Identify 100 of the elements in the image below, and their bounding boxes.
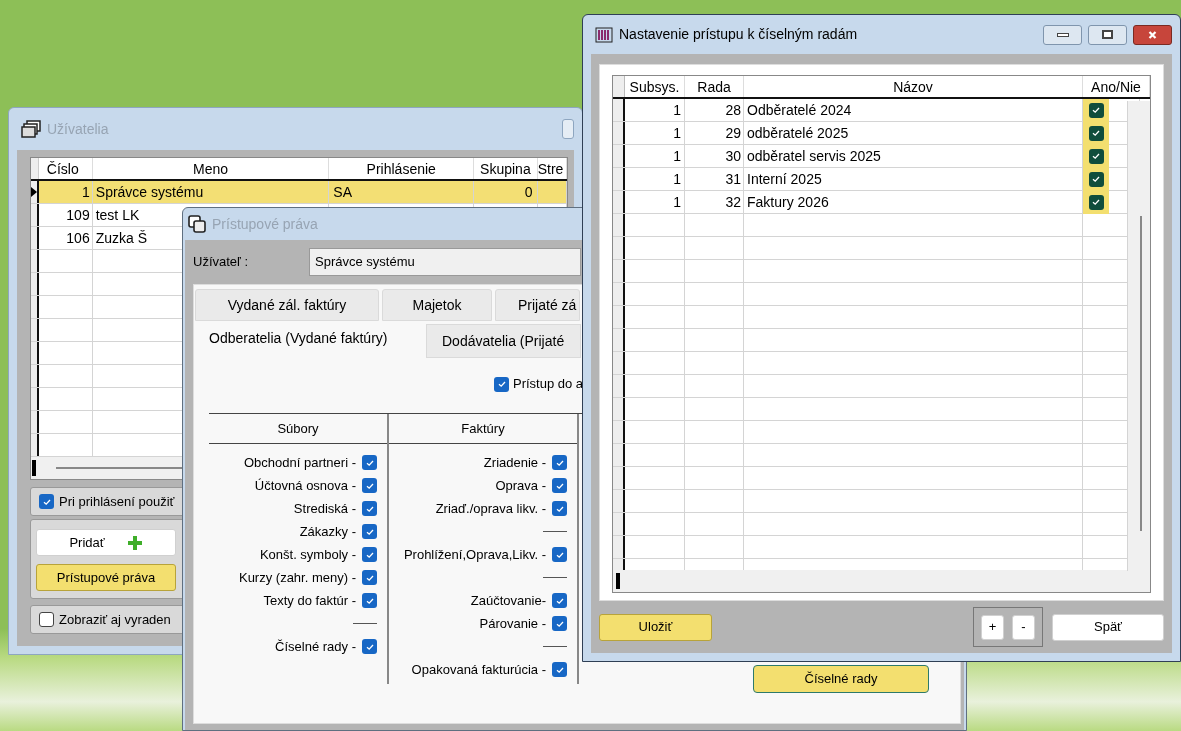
tab[interactable]: Dodávatelia (Prijaté — [426, 324, 581, 358]
row-header[interactable] — [613, 513, 625, 535]
scrollbar[interactable] — [613, 570, 1150, 592]
scrollbar[interactable] — [1127, 101, 1150, 571]
permission-label: Zriadenie - — [483, 453, 546, 472]
row-header[interactable] — [31, 411, 39, 433]
checkbox[interactable] — [552, 478, 567, 493]
row-header[interactable] — [31, 434, 39, 456]
checkbox[interactable] — [362, 570, 377, 585]
permission-label: Strediská - — [293, 499, 356, 518]
column-header[interactable]: Rada — [685, 76, 744, 97]
minimize-button[interactable] — [1043, 24, 1082, 45]
row-header[interactable] — [31, 250, 39, 272]
checkbox[interactable] — [362, 524, 377, 539]
checkbox[interactable] — [39, 494, 54, 509]
checkbox[interactable] — [362, 455, 377, 470]
permission-label: Texty do faktúr - — [263, 591, 356, 610]
permission-label: Zaúčtovanie- — [470, 591, 546, 610]
maximize-button[interactable] — [1088, 24, 1127, 45]
column-header[interactable]: Prihlásenie — [329, 158, 475, 179]
checkbox[interactable] — [552, 501, 567, 516]
row-header[interactable] — [31, 388, 39, 410]
row-header[interactable] — [613, 375, 625, 397]
row-header[interactable] — [613, 329, 625, 351]
tab[interactable]: Vydané zál. faktúry — [195, 289, 379, 321]
column-header[interactable]: Názov — [744, 76, 1083, 97]
row-header[interactable] — [31, 227, 39, 249]
row-header[interactable] — [613, 145, 625, 167]
checkbox[interactable] — [1088, 125, 1104, 141]
row-header[interactable] — [613, 398, 625, 420]
permission-label: Oprava - — [495, 476, 546, 495]
checkbox[interactable] — [1088, 194, 1104, 210]
checkbox-label: Pri prihlásení použiť — [59, 492, 175, 511]
table-cell: 30 — [725, 148, 741, 164]
column-header: Súbory — [277, 419, 319, 438]
checkbox[interactable] — [552, 547, 567, 562]
checkbox[interactable] — [362, 478, 377, 493]
number-series-button[interactable]: Číselné rady — [753, 665, 929, 693]
checkbox[interactable] — [552, 616, 567, 631]
row-header[interactable] — [613, 122, 625, 144]
column-header[interactable]: Stre — [537, 158, 567, 179]
minus-button[interactable]: - — [1012, 614, 1035, 640]
back-button[interactable]: Späť — [1052, 613, 1164, 641]
table-cell: SA — [333, 184, 352, 200]
column-header[interactable]: Ano/Nie — [1083, 76, 1150, 97]
table-cell: Interní 2025 — [747, 171, 822, 187]
row-header[interactable] — [31, 319, 39, 341]
row-header[interactable] — [31, 342, 39, 364]
table-cell: 28 — [725, 102, 741, 118]
checkbox[interactable] — [494, 376, 509, 392]
tab[interactable]: Prijaté zá — [495, 289, 580, 321]
checkbox[interactable] — [362, 639, 377, 654]
row-header[interactable] — [613, 99, 625, 121]
row-header[interactable] — [613, 536, 625, 558]
table-cell: 32 — [725, 194, 741, 210]
checkbox[interactable] — [1088, 102, 1104, 118]
row-header[interactable] — [613, 237, 625, 259]
row-header[interactable] — [613, 490, 625, 512]
checkbox[interactable] — [362, 547, 377, 562]
permission-label: Zriaď./oprava likv. - — [435, 499, 546, 518]
row-header[interactable] — [613, 260, 625, 282]
row-header[interactable] — [613, 444, 625, 466]
checkbox[interactable] — [362, 593, 377, 608]
save-button[interactable]: Uložiť — [599, 613, 712, 641]
row-header[interactable] — [613, 283, 625, 305]
plus-button[interactable]: + — [981, 614, 1004, 640]
row-header[interactable] — [31, 296, 39, 318]
row-header[interactable] — [31, 365, 39, 387]
table-cell: 1 — [673, 171, 681, 187]
user-field[interactable]: Správce systému — [309, 248, 581, 276]
checkbox[interactable] — [1088, 171, 1104, 187]
tab[interactable]: Majetok — [382, 289, 492, 321]
row-header[interactable] — [31, 181, 39, 203]
row-header[interactable] — [613, 467, 625, 489]
checkbox[interactable] — [362, 501, 377, 516]
table-cell: 29 — [725, 125, 741, 141]
column-header[interactable]: Subsys. — [625, 76, 685, 97]
checkbox[interactable] — [552, 455, 567, 470]
checkbox[interactable] — [552, 662, 567, 677]
table-cell: Zuzka Š — [95, 230, 148, 246]
row-header[interactable] — [613, 191, 625, 213]
row-header[interactable] — [31, 204, 39, 226]
column-header[interactable]: Skupina — [474, 158, 538, 179]
row-header[interactable] — [613, 421, 625, 443]
field-label: Užívateľ : — [193, 253, 250, 272]
checkbox[interactable] — [39, 612, 54, 627]
column-header[interactable]: Číslo — [38, 158, 93, 179]
access-rights-button[interactable]: Prístupové práva — [36, 564, 176, 591]
permission-label: Konšt. symboly - — [259, 545, 356, 564]
add-button[interactable]: Pridať — [36, 529, 176, 556]
column-header[interactable]: Meno — [92, 158, 330, 179]
checkbox[interactable] — [552, 593, 567, 608]
row-header[interactable] — [613, 306, 625, 328]
row-header[interactable] — [613, 168, 625, 190]
row-header[interactable] — [613, 352, 625, 374]
table-cell: odběratelé 2025 — [747, 125, 849, 141]
column-header: Faktúry — [461, 419, 505, 438]
row-header[interactable] — [31, 273, 39, 295]
checkbox[interactable] — [1088, 148, 1104, 164]
row-header[interactable] — [613, 214, 625, 236]
